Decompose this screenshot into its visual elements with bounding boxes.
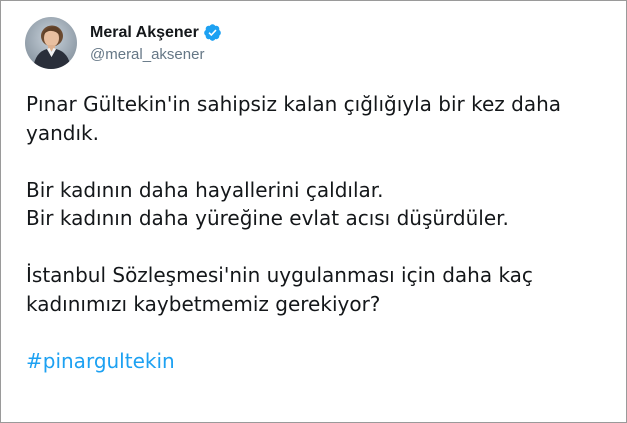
tweet-line: Bir kadının daha yüreğine evlat acısı dü… <box>26 206 509 230</box>
tweet-header: Meral Akşener @meral_aksener <box>25 15 222 71</box>
tweet-line: kadınımızı kaybetmemiz gerekiyor? <box>26 291 381 316</box>
tweet-line: Bir kadının daha hayallerini çaldılar. <box>26 177 384 202</box>
author-identity: Meral Akşener @meral_aksener <box>90 22 222 65</box>
author-display-name[interactable]: Meral Akşener <box>90 23 199 43</box>
tweet-paragraph: İstanbul Sözleşmesi'nin uygulanması için… <box>26 261 616 318</box>
hashtag-link[interactable]: #pinargultekin <box>26 347 616 376</box>
avatar[interactable] <box>25 17 77 69</box>
tweet-text: Pınar Gültekin'in sahipsiz kalan çığlığı… <box>26 90 616 375</box>
tweet-paragraph: Bir kadının daha hayallerini çaldılar. B… <box>26 176 616 233</box>
tweet-line: Pınar Gültekin'in sahipsiz kalan çığlığı… <box>26 92 562 116</box>
tweet-line: İstanbul Sözleşmesi'nin uygulanması için… <box>26 263 533 287</box>
verified-badge-icon <box>203 23 222 42</box>
tweet-card: Meral Akşener @meral_aksener Pınar Gülte… <box>0 0 627 423</box>
author-handle[interactable]: @meral_aksener <box>90 45 222 65</box>
profile-photo-icon <box>25 17 77 69</box>
name-row: Meral Akşener <box>90 22 222 44</box>
tweet-line: yandık. <box>26 120 99 145</box>
tweet-paragraph: Pınar Gültekin'in sahipsiz kalan çığlığı… <box>26 90 616 147</box>
